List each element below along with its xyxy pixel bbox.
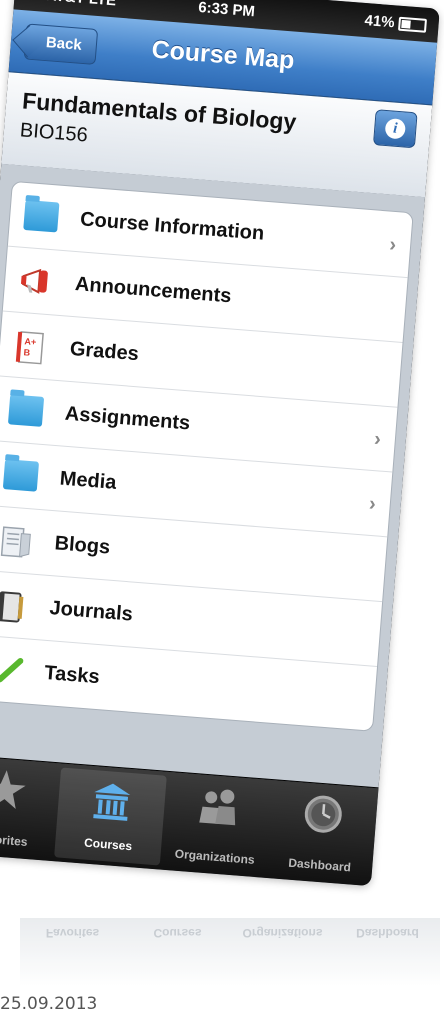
reflection-favorites: Favorites [45, 926, 100, 940]
folder-icon [2, 459, 40, 492]
phone-screen: ••• AT&T LTE 6:33 PM 41% Back Course Map… [0, 0, 440, 887]
battery-percent: 41% [363, 12, 396, 32]
tab-bar-reflection: Favorites Courses Organizations Dashboar… [20, 918, 440, 986]
checkmark-icon [0, 654, 24, 687]
chevron-right-icon: › [373, 428, 382, 451]
star-icon [0, 770, 26, 810]
info-button[interactable]: i [372, 109, 418, 149]
reflection-dashboard: Dashboard [356, 926, 419, 940]
tab-dashboard[interactable]: Dashboard [266, 780, 379, 886]
course-menu-list: Course Information › Announcements A+ B … [0, 180, 414, 732]
menu-item-label: Course Information [79, 207, 265, 245]
courses-building-icon [93, 783, 131, 821]
chevron-right-icon: › [368, 492, 377, 516]
course-map-content: Course Information › Announcements A+ B … [0, 163, 426, 789]
info-icon: i [384, 117, 407, 140]
chevron-right-icon: › [388, 233, 398, 257]
people-icon [199, 789, 236, 826]
reflection-courses: Courses [153, 926, 202, 940]
reflection-organizations: Organizations [242, 926, 323, 940]
battery-indicator: 41% [363, 12, 428, 34]
menu-item-label: Tasks [43, 661, 101, 688]
tab-courses[interactable]: Courses [54, 767, 167, 866]
menu-item-label: Grades [69, 337, 140, 365]
menu-item-label: Blogs [53, 531, 112, 559]
blogs-icon [0, 524, 34, 558]
menu-item-label: Journals [48, 596, 134, 626]
battery-icon [398, 16, 428, 33]
tab-organizations[interactable]: Organizations [161, 772, 274, 878]
course-code: BIO156 [19, 119, 89, 147]
folder-icon [7, 394, 45, 427]
svg-text:B: B [23, 347, 31, 358]
journal-icon [0, 589, 29, 623]
svg-text:A+: A+ [24, 336, 37, 347]
phone-screenshot-tilted: ••• AT&T LTE 6:33 PM 41% Back Course Map… [0, 0, 444, 935]
grades-icon: A+ B [13, 330, 49, 365]
megaphone-icon [18, 265, 54, 298]
menu-item-label: Assignments [64, 402, 192, 434]
menu-item-label: Announcements [74, 272, 233, 307]
menu-item-label: Media [58, 467, 118, 494]
date-stamp: 25.09.2013 [0, 994, 98, 1014]
tab-favorites[interactable]: Favorites [0, 755, 60, 861]
clock-icon [305, 795, 343, 833]
folder-icon [23, 199, 60, 233]
